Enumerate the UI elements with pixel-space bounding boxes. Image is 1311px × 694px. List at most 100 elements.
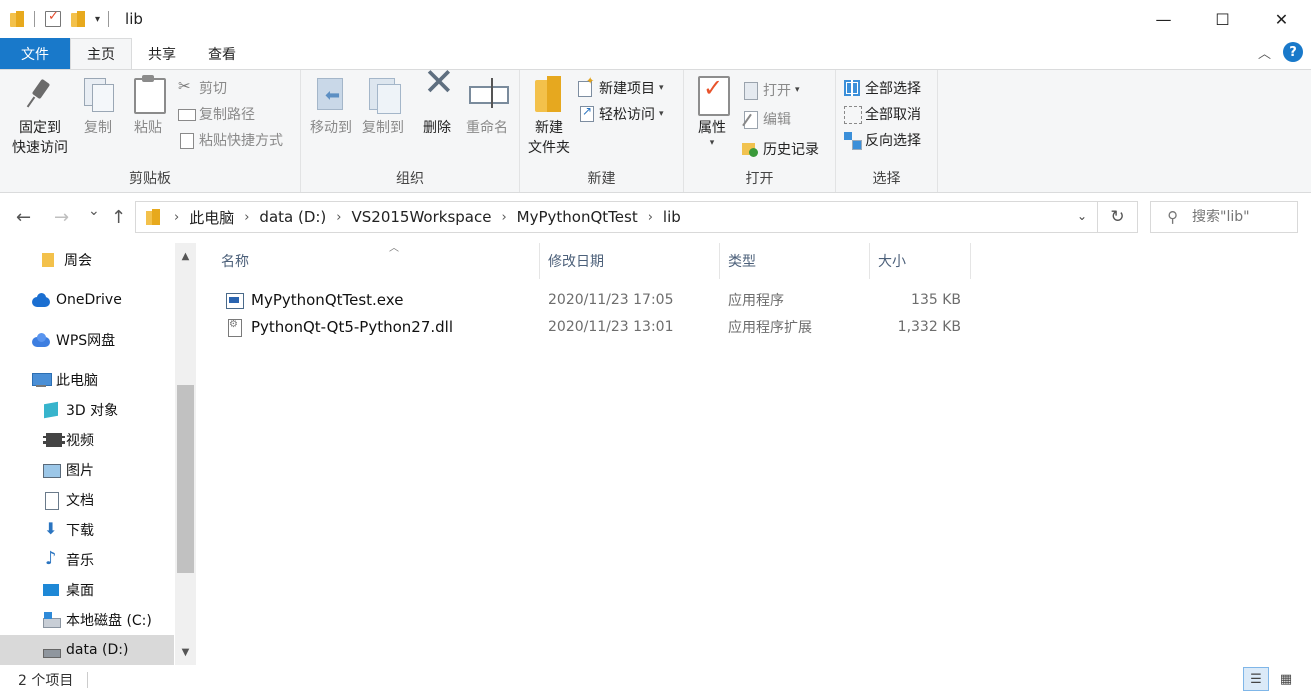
copy-button[interactable]: 复制 [78, 74, 118, 138]
file-list: ︿ 名称 修改日期 类型 大小 MyPythonQtTest.exe 2020/… [196, 243, 1311, 665]
sidebar-item-3d-objects[interactable]: 3D 对象 [0, 395, 174, 425]
sidebar-item-documents[interactable]: 文档 [0, 485, 174, 515]
pin-to-quick-access-button[interactable]: 固定到 快速访问 [8, 74, 72, 158]
tab-share[interactable]: 共享 [132, 38, 192, 69]
properties-icon [694, 74, 730, 116]
nav-pane-scrollbar[interactable]: ▲ ▼ [175, 243, 196, 665]
sidebar-item-pictures[interactable]: 图片 [0, 455, 174, 485]
history-button[interactable]: 历史记录 [742, 137, 819, 161]
maximize-button[interactable]: ☐ [1193, 0, 1252, 38]
new-folder-icon[interactable] [71, 11, 85, 27]
file-type: 应用程序扩展 [728, 319, 812, 336]
sidebar-item-weekly-meeting[interactable]: 周会 [0, 245, 174, 275]
sidebar-item-this-pc[interactable]: 此电脑 [0, 365, 174, 395]
column-header-modified[interactable]: 修改日期 [540, 243, 720, 279]
paste-shortcut-icon [178, 132, 194, 149]
copy-to-button[interactable]: 复制到 [357, 74, 409, 138]
documents-icon [42, 492, 60, 510]
copy-icon [80, 74, 116, 114]
column-header-name[interactable]: ︿ 名称 [213, 243, 540, 279]
collapse-ribbon-icon[interactable]: ︿ [1258, 43, 1271, 62]
select-none-button[interactable]: 全部取消 [844, 102, 921, 126]
edit-label: 编辑 [763, 112, 791, 128]
sidebar-item-local-disk-c[interactable]: 本地磁盘 (C:) [0, 605, 174, 635]
paste-icon [130, 74, 166, 114]
sidebar-item-wps-cloud[interactable]: WPS网盘 [0, 325, 174, 355]
sidebar-item-label: WPS网盘 [56, 333, 116, 349]
column-header-label: 大小 [878, 254, 906, 270]
copy-path-button[interactable]: 复制路径 [178, 102, 255, 126]
sidebar-item-label: 3D 对象 [66, 403, 119, 419]
edit-button[interactable]: 编辑 [742, 107, 791, 131]
breadcrumb-chevron-icon[interactable]: › [174, 210, 179, 225]
sidebar-item-music[interactable]: 音乐 [0, 545, 174, 575]
move-to-icon [313, 74, 349, 114]
minimize-button[interactable]: — [1134, 0, 1193, 38]
breadcrumb-chevron-icon[interactable]: › [501, 210, 506, 225]
scroll-down-icon[interactable]: ▼ [175, 642, 196, 662]
column-header-type[interactable]: 类型 [720, 243, 870, 279]
paste-shortcut-button[interactable]: 粘贴快捷方式 [178, 128, 283, 152]
column-header-label: 修改日期 [548, 254, 604, 270]
forward-button[interactable]: → [54, 207, 69, 228]
breadcrumb-data-drive[interactable]: data (D:) [259, 208, 326, 226]
sidebar-item-downloads[interactable]: 下载 [0, 515, 174, 545]
breadcrumb-vs2015workspace[interactable]: VS2015Workspace [352, 208, 492, 226]
customize-quick-access-dropdown[interactable]: ▾ [95, 14, 100, 25]
breadcrumb-this-pc[interactable]: 此电脑 [189, 207, 234, 228]
address-history-dropdown[interactable]: ⌄ [1077, 209, 1087, 223]
up-button[interactable]: ↑ [111, 207, 126, 228]
close-button[interactable]: ✕ [1252, 0, 1311, 38]
details-view-icon[interactable]: ☰ [1243, 667, 1269, 691]
address-bar[interactable]: › 此电脑 › data (D:) › VS2015Workspace › My… [135, 201, 1098, 233]
paste-button[interactable]: 粘贴 [128, 74, 168, 138]
column-header-size[interactable]: 大小 [870, 243, 971, 279]
open-button[interactable]: 打开 ▾ [742, 78, 800, 102]
tab-home[interactable]: 主页 [70, 38, 132, 69]
properties-icon[interactable] [45, 9, 61, 27]
breadcrumb-chevron-icon[interactable]: › [244, 210, 249, 225]
folder-icon[interactable] [10, 11, 24, 27]
scroll-up-icon[interactable]: ▲ [175, 246, 196, 266]
breadcrumb-chevron-icon[interactable]: › [648, 210, 653, 225]
easy-access-button[interactable]: 轻松访问 ▾ [578, 102, 664, 126]
cut-button[interactable]: 剪切 [178, 76, 227, 100]
organize-group: 移动到 复制到 删除 重命名 组织 [301, 70, 520, 192]
breadcrumb-chevron-icon[interactable]: › [336, 210, 341, 225]
file-size: 135 KB [911, 291, 961, 308]
new-item-button[interactable]: 新建项目 ▾ [578, 76, 664, 100]
new-folder-button[interactable]: 新建 文件夹 [524, 74, 574, 158]
tab-view[interactable]: 查看 [192, 38, 252, 69]
file-name-cell: PythonQt-Qt5-Python27.dll [226, 313, 453, 340]
back-button[interactable]: ← [16, 207, 31, 228]
invert-selection-button[interactable]: 反向选择 [844, 128, 921, 152]
scrollbar-thumb[interactable] [177, 385, 194, 573]
sidebar-item-label: 音乐 [66, 553, 94, 569]
move-to-label: 移动到 [310, 120, 352, 136]
rename-button[interactable]: 重命名 [461, 74, 513, 138]
refresh-button[interactable]: ↻ [1098, 201, 1138, 233]
sidebar-item-onedrive[interactable]: OneDrive [0, 285, 174, 315]
search-box[interactable]: ⚲ [1150, 201, 1298, 233]
move-to-button[interactable]: 移动到 [305, 74, 357, 138]
large-icons-view-icon[interactable]: ▦ [1273, 667, 1299, 691]
sidebar-item-data-d[interactable]: data (D:) [0, 635, 174, 665]
tab-file[interactable]: 文件 [0, 38, 70, 69]
properties-button[interactable]: 属性 ▾ [692, 74, 732, 148]
desktop-icon [42, 582, 60, 598]
recent-locations-button[interactable]: ⌄ [88, 203, 100, 219]
sidebar-item-desktop[interactable]: 桌面 [0, 575, 174, 605]
delete-button[interactable]: 删除 [417, 72, 457, 138]
breadcrumb-lib[interactable]: lib [663, 208, 681, 226]
help-icon[interactable]: ? [1283, 42, 1303, 62]
breadcrumb-mypythonqttest[interactable]: MyPythonQtTest [517, 208, 638, 226]
select-group-label: 选择 [872, 171, 901, 187]
edit-icon [742, 111, 758, 129]
this-pc-icon [32, 372, 52, 388]
copy-to-label: 复制到 [362, 120, 404, 136]
sidebar-item-videos[interactable]: 视频 [0, 425, 174, 455]
table-row[interactable]: MyPythonQtTest.exe 2020/11/23 17:05 应用程序… [218, 286, 978, 313]
search-input[interactable] [1192, 209, 1288, 225]
table-row[interactable]: PythonQt-Qt5-Python27.dll 2020/11/23 13:… [218, 313, 978, 340]
select-all-button[interactable]: 全部选择 [844, 76, 921, 100]
